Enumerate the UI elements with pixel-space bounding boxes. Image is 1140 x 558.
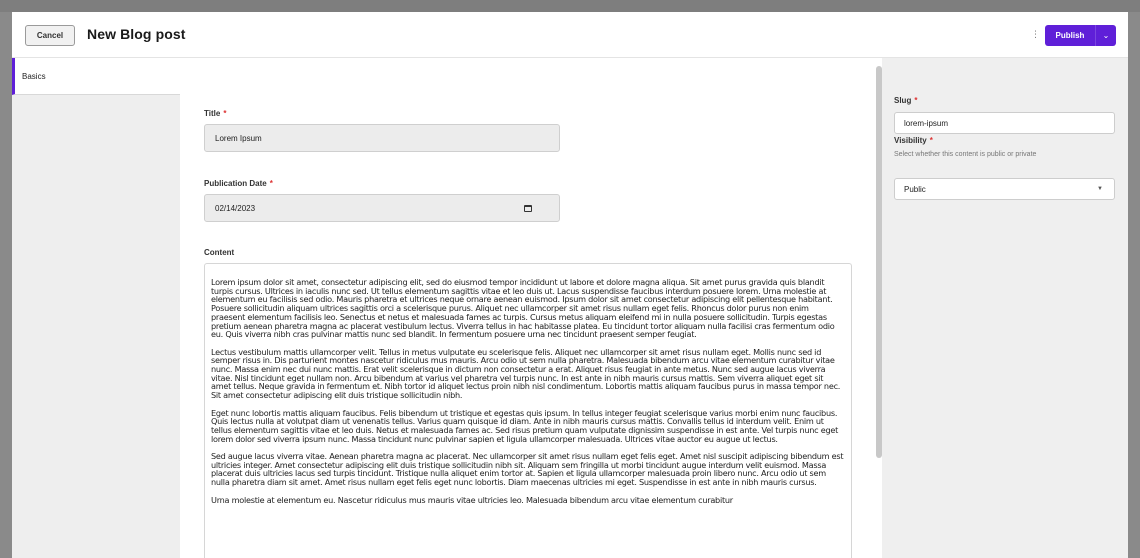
- settings-sidebar: Slug * lorem-ipsum Visibility * Select whe…: [882, 58, 1128, 558]
- main-form: Title * Lorem Ipsum Publication Date * 02/…: [180, 58, 874, 558]
- modal-backdrop: [0, 0, 1140, 12]
- slug-label-text: Slug: [894, 96, 912, 105]
- visibility-hint: Select whether this content is public or…: [894, 151, 1037, 158]
- publication-date-input[interactable]: 02/14/2023: [204, 194, 560, 222]
- publication-date-required-mark: *: [269, 179, 273, 188]
- tab-sidebar: Basics: [12, 58, 180, 558]
- modal-header: Cancel New Blog post ⋮ Publish ⌄: [12, 12, 1128, 58]
- visibility-label-text: Visibility: [894, 136, 927, 145]
- publication-date-label-text: Publication Date: [204, 179, 267, 188]
- publication-date-value: 02/14/2023: [215, 203, 256, 213]
- visibility-label: Visibility *: [894, 136, 933, 145]
- title-input[interactable]: Lorem Ipsum: [204, 124, 560, 152]
- cancel-button[interactable]: Cancel: [25, 25, 75, 46]
- visibility-selected-value: Public: [904, 184, 926, 194]
- content-paragraph: Lectus vestibulum mattis ullamcorper vel…: [211, 346, 841, 401]
- publish-button[interactable]: Publish: [1045, 25, 1096, 46]
- content-paragraph: Lorem ipsum dolor sit amet, consectetur …: [211, 277, 835, 340]
- visibility-select[interactable]: Public ▼: [894, 178, 1115, 200]
- slug-input[interactable]: lorem-ipsum: [894, 112, 1115, 134]
- publication-date-label: Publication Date *: [204, 179, 273, 188]
- title-label: Title *: [204, 109, 226, 118]
- slug-required-mark: *: [914, 96, 918, 105]
- kebab-vertical-icon[interactable]: ⋮: [1031, 28, 1040, 40]
- content-label: Content: [204, 248, 235, 257]
- caret-down-icon: ▼: [1097, 186, 1103, 192]
- content-paragraph: Eget nunc lobortis mattis aliquam faucib…: [211, 407, 839, 444]
- slug-label: Slug *: [894, 96, 917, 105]
- tab-basics[interactable]: Basics: [12, 58, 180, 95]
- page-title: New Blog post: [87, 26, 186, 42]
- content-editor[interactable]: Lorem ipsum dolor sit amet, consectetur …: [204, 263, 852, 558]
- publish-button-group: Publish ⌄: [1045, 25, 1116, 46]
- title-required-mark: *: [223, 109, 227, 118]
- calendar-icon[interactable]: [524, 205, 532, 212]
- title-label-text: Title: [204, 109, 221, 118]
- new-blog-post-modal: Cancel New Blog post ⋮ Publish ⌄ Basics …: [12, 12, 1128, 558]
- content-paragraph: Sed augue lacus viverra vitae. Aenean ph…: [211, 451, 844, 488]
- visibility-required-mark: *: [929, 136, 933, 145]
- content-paragraph: Urna molestie at elementum eu. Nascetur …: [211, 494, 733, 505]
- chevron-down-icon[interactable]: ⌄: [1096, 25, 1116, 46]
